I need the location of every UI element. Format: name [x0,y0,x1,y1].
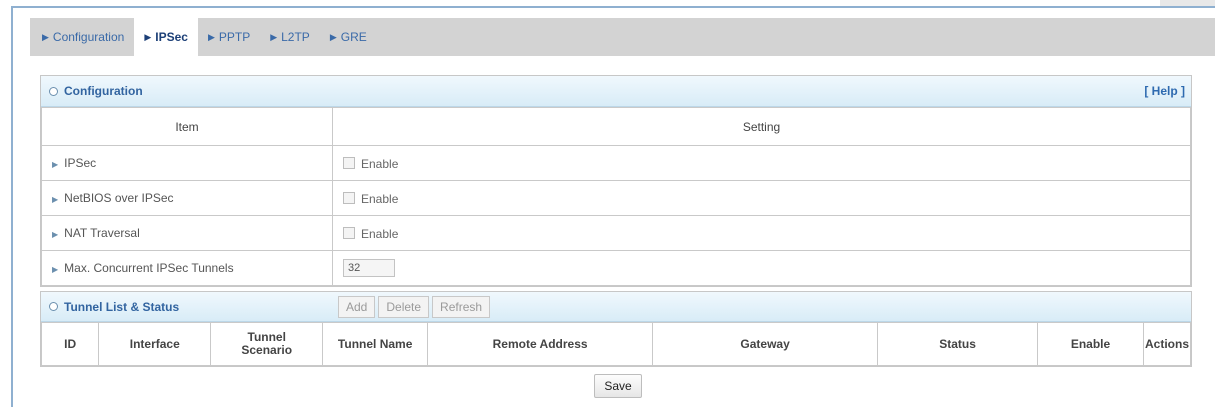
tab-ipsec[interactable]: ▶ IPSec [134,18,198,56]
row-label-cell: ▶ IPSec [41,145,333,181]
tab-gre[interactable]: ▶ GRE [320,18,377,56]
row-label: NAT Traversal [64,226,140,240]
column-header-enable: Enable [1037,322,1144,366]
tab-label: IPSec [155,30,188,44]
column-header-status: Status [877,322,1039,366]
column-header-interface: Interface [98,322,212,366]
triangle-right-icon: ▶ [52,195,59,204]
nat-traversal-enable-checkbox[interactable] [343,227,355,240]
triangle-right-icon: ▶ [52,265,59,274]
netbios-enable-checkbox[interactable] [343,192,355,205]
checkbox-label: Enable [361,226,399,241]
frame-left-border [11,6,13,407]
add-button[interactable]: Add [338,296,376,318]
column-header-tunnel-scenario: Tunnel Scenario [210,322,324,366]
tab-l2tp[interactable]: ▶ L2TP [260,18,320,56]
header-line: Scenario [241,343,293,357]
configuration-table: Item Setting ▶ IPSec Enable ▶ NetBIOS over… [41,107,1191,286]
row-label: NetBIOS over IPSec [64,191,174,205]
row-label: IPSec [64,156,97,170]
tab-label: GRE [340,30,367,44]
table-header-row: Item Setting [41,107,1191,146]
table-header-row: ID Interface Tunnel Scenario Tunnel Name… [40,322,1192,366]
row-setting-cell: Enable [332,145,1191,181]
column-header-remote-address: Remote Address [427,322,654,366]
max-tunnels-input[interactable] [343,259,395,277]
tunnel-list-panel-header: Tunnel List & Status Add Delete Refresh [41,292,1191,322]
panel-title: Tunnel List & Status [64,299,180,314]
column-header-gateway: Gateway [652,322,879,366]
row-label: Max. Concurrent IPSec Tunnels [64,261,234,275]
tunnel-list-buttons: Add Delete Refresh [338,296,491,318]
configuration-panel-header: Configuration [ Help ] [41,76,1191,107]
row-label-cell: ▶ Max. Concurrent IPSec Tunnels [41,250,333,286]
column-header-actions: Actions [1142,322,1192,366]
checkbox-label: Enable [361,156,399,171]
tab-label: PPTP [218,30,251,44]
table-row-nat-traversal: ▶ NAT Traversal Enable [41,215,1191,251]
row-setting-cell: Enable [332,215,1191,251]
table-row-ipsec: ▶ IPSec Enable [41,145,1191,181]
ipsec-enable-checkbox[interactable] [343,157,355,170]
help-link[interactable]: [ Help ] [1144,84,1185,98]
tab-pptp[interactable]: ▶ PPTP [198,18,260,56]
circle-icon [49,86,58,96]
triangle-right-icon: ▶ [52,160,59,169]
triangle-right-icon: ▶ [207,31,215,42]
row-label-cell: ▶ NAT Traversal [41,215,333,251]
tab-configuration[interactable]: ▶ Configuration [30,18,134,56]
row-setting-cell: Enable [332,180,1191,216]
table-row-netbios: ▶ NetBIOS over IPSec Enable [41,180,1191,216]
circle-icon [49,302,58,311]
configuration-panel: Configuration [ Help ] Item Setting ▶ IPS… [40,75,1192,287]
table-row-max-tunnels: ▶ Max. Concurrent IPSec Tunnels [41,250,1191,286]
page: ▶ Configuration ▶ IPSec ▶ PPTP ▶ L2TP ▶ … [0,0,1215,407]
triangle-right-icon: ▶ [270,31,278,42]
header-line: Tunnel [247,330,286,344]
column-header-id: ID [40,322,100,366]
top-shade [1160,0,1215,6]
row-label-cell: ▶ NetBIOS over IPSec [41,180,333,216]
delete-button[interactable]: Delete [378,296,430,318]
column-header-item: Item [41,107,333,146]
triangle-right-icon: ▶ [329,31,337,42]
tunnel-list-panel: Tunnel List & Status Add Delete Refresh … [40,291,1192,367]
save-button[interactable]: Save [594,374,642,398]
row-setting-cell [332,250,1191,286]
column-header-setting: Setting [332,107,1191,146]
tab-label: L2TP [281,30,310,44]
triangle-right-icon: ▶ [144,31,152,42]
triangle-right-icon: ▶ [42,31,49,42]
refresh-button[interactable]: Refresh [432,296,491,318]
panel-title: Configuration [64,84,143,98]
tab-label: Configuration [52,30,125,44]
triangle-right-icon: ▶ [52,230,59,239]
tab-bar: ▶ Configuration ▶ IPSec ▶ PPTP ▶ L2TP ▶ … [30,18,1215,56]
frame-top-border [11,6,1215,8]
checkbox-label: Enable [361,191,399,206]
tunnel-list-table: ID Interface Tunnel Scenario Tunnel Name… [40,322,1192,366]
column-header-tunnel-name: Tunnel Name [322,322,429,366]
